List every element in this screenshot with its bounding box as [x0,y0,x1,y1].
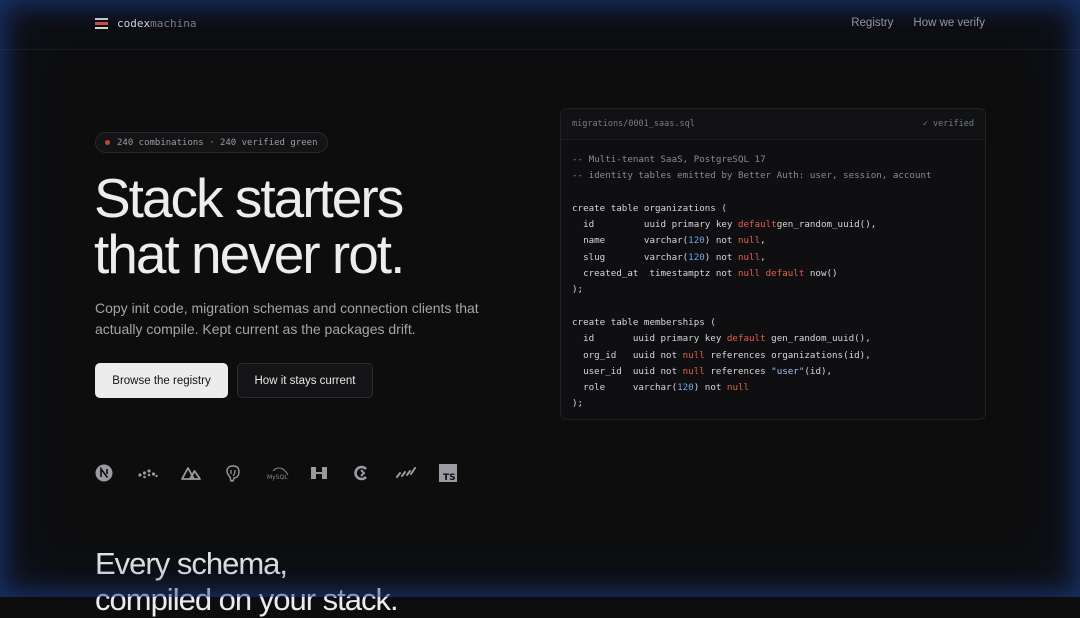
code-token: 120 [688,251,705,263]
postgresql-icon [224,463,267,483]
prisma-dots-icon [138,463,181,483]
nextjs-icon [95,463,138,483]
code-filename: migrations/0001_saas.sql [572,119,695,129]
section-title-line2: compiled on your stack. [95,582,399,617]
code-token: gen_random_uuid(), [776,219,877,231]
code-line: org_id uuid not null references organiza… [572,350,871,361]
code-token: null [737,235,761,247]
how-it-stays-current-button[interactable]: How it stays current [237,363,373,398]
code-panel: migrations/0001_saas.sql ✓ verified -- M… [560,108,986,420]
code-token: id uuid primary key [572,219,738,231]
code-line: -- identity tables emitted by Better Aut… [572,170,932,181]
section-title: Every schema, compiled on your stack. [95,546,595,618]
tech-logo-row: MySQL TS [95,463,482,483]
hero-title: Stack starters that never rot. [94,170,534,282]
code-token: 120 [677,382,694,394]
code-token: slug varchar( [572,251,689,263]
convex-icon [353,463,396,483]
code-token: null [737,251,761,263]
svg-text:TS: TS [443,473,456,482]
code-token: now() [804,268,838,280]
code-token: default [737,219,777,231]
code-token: id uuid primary key [572,333,727,345]
brand-name-light: machina [150,17,197,30]
code-token: , [760,235,766,247]
code-token: created_at timestamptz not [572,268,738,280]
mysql-icon: MySQL [267,463,310,483]
code-line: -- Multi-tenant SaaS, PostgreSQL 17 [572,154,766,165]
code-block: -- Multi-tenant SaaS, PostgreSQL 17 -- i… [561,140,985,419]
browse-registry-button[interactable]: Browse the registry [95,363,228,398]
code-token: -- identity tables emitted by Better Aut… [572,170,932,182]
code-line: ); [572,284,583,295]
stats-badge-text: 240 combinations · 240 verified green [117,137,318,148]
nav-link-how-we-verify[interactable]: How we verify [913,17,985,29]
code-token: (id), [804,365,833,377]
code-token: name varchar( [572,235,689,247]
code-token: org_id uuid not [572,349,683,361]
hono-icon [310,463,353,483]
code-token: default [760,268,805,280]
code-token: 120 [688,235,705,247]
code-token: gen_random_uuid(), [765,333,871,345]
code-line: slug varchar(120) not null, [572,252,766,263]
brand-name: codexmachina [117,17,196,30]
code-token: null [726,382,750,394]
code-token: ) not [693,382,727,394]
code-token: null [682,365,705,377]
code-token: ); [572,398,584,410]
logo-mark-icon [95,18,108,29]
nuxt-icon [181,463,224,483]
top-nav: codexmachina Registry How we verify [0,0,1080,50]
code-token: ) not [704,251,738,263]
stats-badge: 240 combinations · 240 verified green [95,132,329,153]
code-line: create table memberships ( [572,317,716,328]
code-line: role varchar(120) not null [572,382,749,393]
code-panel-header: migrations/0001_saas.sql ✓ verified [561,109,985,140]
code-token: ) not [704,235,738,247]
hero-title-line1: Stack starters [94,167,404,229]
code-token: , [760,251,766,263]
verified-status: ✓ verified [922,119,974,129]
code-token: null [737,268,761,280]
code-token: null [682,349,705,361]
code-token: create table organizations ( [572,202,727,214]
code-line: id uuid primary key default gen_random_u… [572,333,871,344]
code-token: user_id uuid not [572,365,683,377]
hero-subtitle: Copy init code, migration schemas and co… [95,300,479,337]
typescript-icon: TS [439,463,482,483]
code-token: references [704,365,772,377]
code-token: references organizations(id), [704,349,871,361]
code-token: "user" [771,365,805,377]
code-line: name varchar(120) not null, [572,235,766,246]
brand-logo[interactable]: codexmachina [95,17,196,30]
section-title-line1: Every schema, [95,546,288,581]
code-token: role varchar( [572,382,678,394]
brand-name-bold: codex [117,17,151,30]
code-line: created_at timestamptz not null default … [572,268,838,279]
code-token: ); [572,284,584,296]
code-token: -- Multi-tenant SaaS, PostgreSQL 17 [572,154,766,165]
svg-text:MySQL: MySQL [267,474,288,481]
nav-links: Registry How we verify [851,17,985,29]
code-line: id uuid primary key defaultgen_random_uu… [572,219,876,230]
drizzle-icon [396,463,439,483]
status-dot-icon [105,140,110,145]
code-token: create table memberships ( [572,316,716,328]
code-line: create table organizations ( [572,203,727,214]
hero-title-line2: that never rot. [94,223,405,285]
code-token: default [726,333,766,345]
code-line: user_id uuid not null references "user"(… [572,366,832,377]
code-line: ); [572,398,583,409]
nav-link-registry[interactable]: Registry [851,17,893,29]
